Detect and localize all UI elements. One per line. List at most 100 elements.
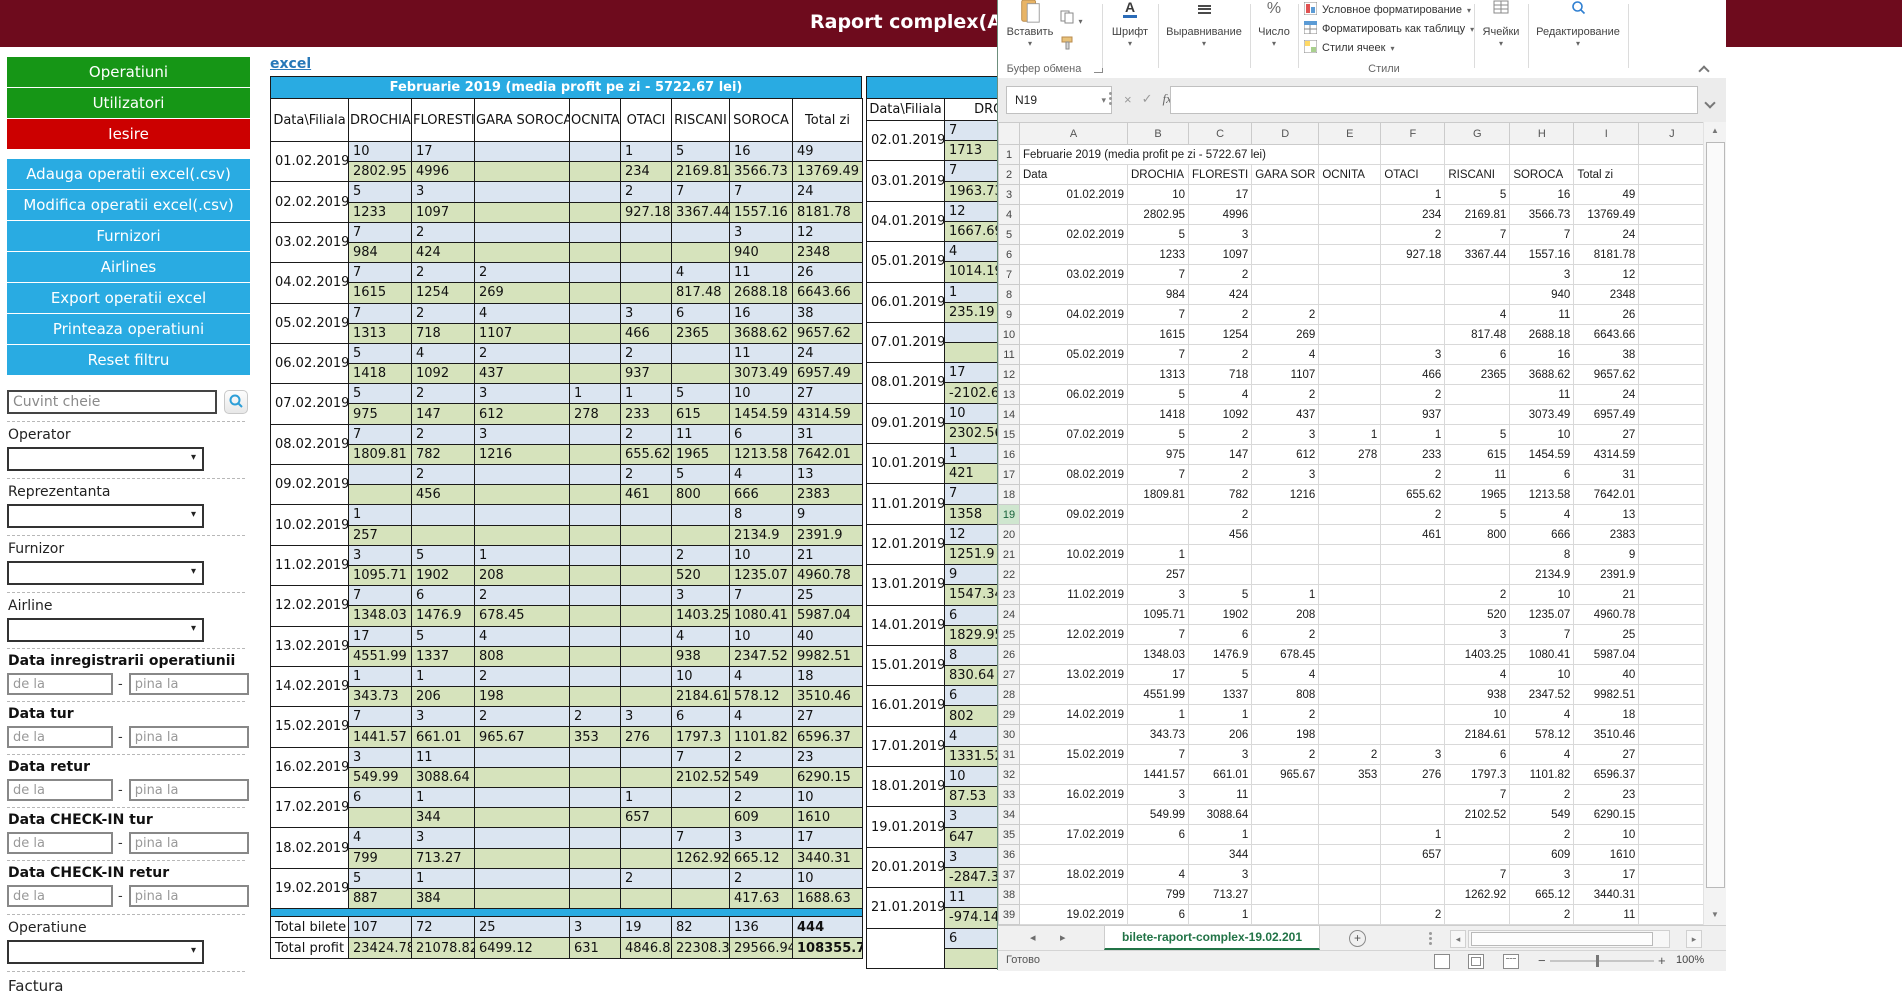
excel-row-header[interactable]: 29 [999,705,1020,725]
excel-cell[interactable]: RISCANI [1445,165,1510,185]
excel-cell[interactable] [1445,385,1510,405]
excel-cell[interactable] [1639,885,1705,905]
excel-cell[interactable] [1381,285,1445,305]
excel-cell[interactable]: OTACI [1381,165,1445,185]
excel-row-header[interactable]: 15 [999,425,1020,445]
excel-cell[interactable] [1020,445,1128,465]
excel-cell[interactable] [1381,625,1445,645]
date-from-input[interactable] [7,726,113,748]
excel-row-header[interactable]: 12 [999,365,1020,385]
excel-cell[interactable] [1319,145,1381,165]
excel-cell[interactable]: 578.12 [1510,725,1574,745]
excel-cell[interactable]: 2102.52 [1445,805,1510,825]
sidebar-action-button[interactable]: Printeaza operatiuni [7,314,250,344]
search-button[interactable] [224,390,248,414]
excel-cell[interactable]: 1 [1319,425,1381,445]
excel-cell[interactable] [1020,205,1128,225]
excel-cell[interactable]: 2347.52 [1510,685,1574,705]
excel-cell[interactable] [1189,565,1252,585]
excel-cell[interactable]: 2 [1510,825,1574,845]
excel-cell[interactable]: 1454.59 [1510,445,1574,465]
excel-row-header[interactable]: 21 [999,545,1020,565]
excel-cell[interactable] [1319,785,1381,805]
excel-cell[interactable]: 5 [1128,225,1189,245]
sidebar-action-button[interactable]: Reset filtru [7,345,250,375]
excel-cell[interactable]: 3 [1128,785,1189,805]
excel-cell[interactable]: 27 [1574,745,1639,765]
excel-row-header[interactable]: 13 [999,385,1020,405]
excel-cell[interactable]: 06.02.2019 [1020,385,1128,405]
cells-group-button[interactable]: Ячейки ▾ [1478,0,1524,48]
excel-cell[interactable] [1319,885,1381,905]
format-as-table-button[interactable]: Форматировать как таблицу▾ [1304,20,1474,38]
excel-cell[interactable]: 4 [1445,305,1510,325]
excel-cell[interactable]: SOROCA [1510,165,1574,185]
excel-cell[interactable] [1639,425,1705,445]
excel-cell[interactable]: 661.01 [1189,765,1252,785]
editing-group-button[interactable]: Редактирование ▾ [1532,0,1624,48]
next-sheet-icon[interactable]: ▸ [1060,931,1066,944]
excel-row-header[interactable]: 35 [999,825,1020,845]
excel-cell[interactable]: 7 [1445,865,1510,885]
furnizor-select[interactable]: ▾ [7,561,204,585]
excel-row-header[interactable]: 9 [999,305,1020,325]
excel-row-header[interactable]: 17 [999,465,1020,485]
excel-cell[interactable] [1252,505,1319,525]
excel-cell[interactable] [1252,185,1319,205]
excel-cell[interactable] [1319,625,1381,645]
excel-cell[interactable]: 2348 [1574,285,1639,305]
excel-cell[interactable]: 2 [1381,905,1445,925]
excel-cell[interactable]: 7 [1128,345,1189,365]
excel-cell[interactable] [1319,645,1381,665]
excel-cell[interactable]: 10 [1510,665,1574,685]
normal-view-icon[interactable] [1434,954,1450,969]
excel-cell[interactable] [1639,685,1705,705]
excel-cell[interactable]: OCNITA [1319,165,1381,185]
excel-cell[interactable] [1639,145,1705,165]
excel-cell[interactable] [1319,505,1381,525]
excel-cell[interactable]: 21 [1574,585,1639,605]
excel-row-header[interactable]: 32 [999,765,1020,785]
excel-cell[interactable]: 1348.03 [1128,645,1189,665]
excel-cell[interactable]: 3367.44 [1445,245,1510,265]
excel-cell[interactable] [1319,665,1381,685]
excel-cell[interactable]: 25 [1574,625,1639,645]
excel-cell[interactable]: 520 [1445,605,1510,625]
excel-cell[interactable]: 4 [1252,345,1319,365]
excel-cell[interactable] [1020,805,1128,825]
excel-cell[interactable] [1252,785,1319,805]
excel-row-header[interactable]: 28 [999,685,1020,705]
excel-cell[interactable] [1020,565,1128,585]
excel-cell[interactable]: 3 [1189,745,1252,765]
excel-cell[interactable]: 1 [1252,585,1319,605]
excel-cell[interactable]: 1 [1128,705,1189,725]
excel-cell[interactable]: 4 [1510,745,1574,765]
excel-cell[interactable] [1020,685,1128,705]
excel-cell[interactable] [1319,325,1381,345]
excel-column-header[interactable]: H [1510,123,1574,145]
page-layout-view-icon[interactable] [1468,954,1484,969]
excel-cell[interactable]: 15.02.2019 [1020,745,1128,765]
excel-cell[interactable]: 04.02.2019 [1020,305,1128,325]
excel-cell[interactable]: 11 [1574,905,1639,925]
excel-cell[interactable] [1445,265,1510,285]
conditional-formatting-button[interactable]: Условное форматирование▾ [1304,1,1471,19]
excel-cell[interactable] [1319,845,1381,865]
excel-cell[interactable]: 6 [1445,345,1510,365]
excel-cell[interactable]: 1902 [1189,605,1252,625]
sidebar-item-utilizatori[interactable]: Utilizatori [7,88,250,118]
excel-row-header[interactable]: 11 [999,345,1020,365]
excel-cell[interactable]: 2 [1445,585,1510,605]
excel-cell[interactable]: 657 [1381,845,1445,865]
zoom-slider[interactable] [1550,960,1654,962]
excel-cell[interactable]: 278 [1319,445,1381,465]
excel-cell[interactable] [1020,525,1128,545]
excel-cell[interactable] [1639,525,1705,545]
excel-cell[interactable]: 18 [1574,705,1639,725]
excel-row-header[interactable]: 33 [999,785,1020,805]
excel-cell[interactable]: GARA SOR [1252,165,1319,185]
excel-cell[interactable] [1319,465,1381,485]
excel-column-header[interactable]: F [1381,123,1445,145]
excel-cell[interactable] [1381,705,1445,725]
excel-cell[interactable]: 31 [1574,465,1639,485]
